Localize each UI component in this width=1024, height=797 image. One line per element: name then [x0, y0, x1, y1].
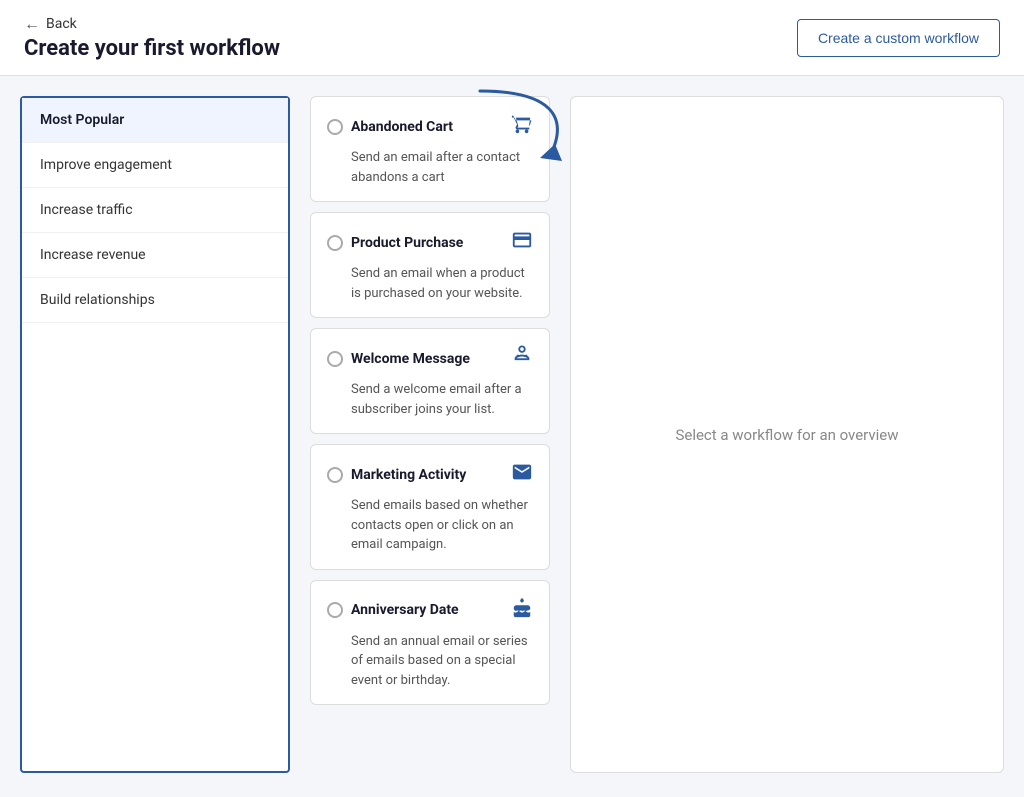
sidebar-item-increase-revenue[interactable]: Increase revenue [22, 233, 288, 278]
workflows-section: Abandoned CartSend an email after a cont… [290, 76, 1024, 793]
overview-panel: Select a workflow for an overview [570, 96, 1004, 773]
back-link[interactable]: ← Back [24, 14, 280, 34]
workflow-card-anniversary-date[interactable]: Anniversary Date Send an annual email or … [310, 580, 550, 706]
radio-anniversary-date[interactable] [327, 602, 343, 618]
top-bar: ← Back Create your first workflow Create… [0, 0, 1024, 76]
workflow-name-welcome-message: Welcome Message [351, 351, 470, 367]
workflows-list: Abandoned CartSend an email after a cont… [310, 96, 550, 773]
workflow-card-header-marketing-activity: Marketing Activity [327, 461, 533, 488]
main-content: Most PopularImprove engagementIncrease t… [0, 76, 1024, 793]
workflow-name-anniversary-date: Anniversary Date [351, 602, 459, 618]
workflow-desc-welcome-message: Send a welcome email after a subscriber … [327, 380, 533, 419]
workflow-card-header-anniversary-date: Anniversary Date [327, 597, 533, 624]
radio-product-purchase[interactable] [327, 235, 343, 251]
back-arrow-icon: ← [24, 14, 40, 34]
sidebar-item-increase-traffic[interactable]: Increase traffic [22, 188, 288, 233]
workflow-card-header-product-purchase: Product Purchase [327, 229, 533, 256]
sidebar: Most PopularImprove engagementIncrease t… [20, 96, 290, 773]
workflow-card-product-purchase[interactable]: Product Purchase Send an email when a pro… [310, 212, 550, 318]
sidebar-item-most-popular[interactable]: Most Popular [22, 98, 288, 143]
workflow-icon-marketing-activity [511, 461, 533, 488]
sidebar-item-improve-engagement[interactable]: Improve engagement [22, 143, 288, 188]
radio-welcome-message[interactable] [327, 351, 343, 367]
workflow-icon-anniversary-date [511, 597, 533, 624]
radio-abandoned-cart[interactable] [327, 119, 343, 135]
title-section: ← Back Create your first workflow [24, 14, 280, 61]
back-label: Back [46, 16, 77, 32]
workflow-card-welcome-message[interactable]: Welcome Message Send a welcome email afte… [310, 328, 550, 434]
arrow-indicator [470, 86, 590, 170]
sidebar-item-build-relationships[interactable]: Build relationships [22, 278, 288, 323]
workflow-desc-marketing-activity: Send emails based on whether contacts op… [327, 496, 533, 555]
workflow-name-abandoned-cart: Abandoned Cart [351, 119, 453, 135]
overview-placeholder: Select a workflow for an overview [675, 426, 898, 444]
workflow-icon-product-purchase [511, 229, 533, 256]
page-title: Create your first workflow [24, 36, 280, 61]
workflow-name-marketing-activity: Marketing Activity [351, 467, 466, 483]
create-custom-workflow-button[interactable]: Create a custom workflow [797, 19, 1000, 57]
workflow-card-header-welcome-message: Welcome Message [327, 345, 533, 372]
radio-marketing-activity[interactable] [327, 467, 343, 483]
workflow-icon-welcome-message [511, 345, 533, 372]
workflow-desc-product-purchase: Send an email when a product is purchase… [327, 264, 533, 303]
workflow-name-product-purchase: Product Purchase [351, 235, 463, 251]
workflow-card-marketing-activity[interactable]: Marketing Activity Send emails based on w… [310, 444, 550, 570]
workflow-desc-anniversary-date: Send an annual email or series of emails… [327, 632, 533, 691]
